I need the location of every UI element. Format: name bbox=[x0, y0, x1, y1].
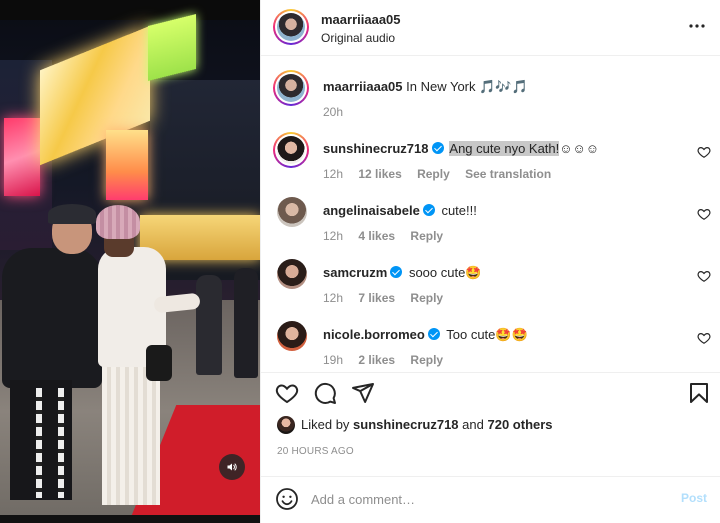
comment-time: 12h bbox=[323, 167, 344, 181]
comment-like-heart-icon[interactable] bbox=[697, 145, 711, 159]
more-options-button[interactable] bbox=[685, 16, 709, 36]
comment-like-heart-icon[interactable] bbox=[697, 331, 711, 345]
comment-like-heart-icon[interactable] bbox=[697, 269, 711, 283]
comment-text: sooo cute🤩 bbox=[408, 265, 482, 280]
post-comment-button[interactable]: Post bbox=[681, 491, 707, 505]
comment-likes[interactable]: 7 likes bbox=[358, 291, 395, 305]
comment-time: 19h bbox=[323, 353, 344, 367]
liked-by-others[interactable]: 720 others bbox=[488, 417, 553, 432]
post-details-panel: maarriiaaa05 Original audio maarriiaaa05… bbox=[260, 0, 720, 523]
author-username[interactable]: maarriiaaa05 bbox=[321, 12, 401, 27]
bookmark-icon[interactable] bbox=[687, 381, 711, 405]
sound-toggle-button[interactable] bbox=[219, 454, 245, 480]
comment-likes[interactable]: 4 likes bbox=[358, 229, 395, 243]
pants-stripe bbox=[58, 388, 64, 498]
commenter-avatar[interactable] bbox=[277, 259, 307, 289]
comment-likes[interactable]: 12 likes bbox=[358, 167, 401, 181]
reply-button[interactable]: Reply bbox=[410, 291, 443, 305]
comment-input[interactable] bbox=[311, 487, 671, 511]
comment-time: 12h bbox=[323, 291, 344, 305]
speaker-icon bbox=[227, 463, 237, 471]
author-avatar[interactable] bbox=[273, 70, 309, 106]
media-top-edge bbox=[0, 0, 260, 20]
comment-meta: 19h 2 likes Reply bbox=[323, 353, 455, 367]
caption-line: maarriiaaa05 In New York 🎵🎶🎵 bbox=[323, 79, 528, 95]
comment-username[interactable]: sunshinecruz718 bbox=[323, 141, 429, 156]
neon-sign bbox=[4, 118, 40, 196]
liked-by-user[interactable]: sunshinecruz718 bbox=[353, 417, 459, 432]
verified-badge-icon bbox=[431, 142, 444, 154]
bystander-figure bbox=[196, 275, 222, 375]
media-bottom-edge bbox=[0, 515, 260, 523]
verified-badge-icon bbox=[427, 328, 440, 340]
billboard bbox=[106, 130, 148, 200]
caption-meta: 20h bbox=[323, 105, 355, 119]
liked-by-prefix: Liked by bbox=[301, 417, 350, 432]
woman-beanie bbox=[96, 205, 140, 239]
comment-bubble-icon[interactable] bbox=[313, 381, 337, 405]
billboard bbox=[148, 14, 196, 81]
reply-button[interactable]: Reply bbox=[410, 353, 443, 367]
post-timestamp: 20 HOURS AGO bbox=[277, 446, 354, 457]
man-cap bbox=[48, 204, 96, 224]
pants-stripe bbox=[36, 388, 42, 498]
comment-line: samcruzm sooo cute🤩 bbox=[323, 265, 482, 281]
comment-likes[interactable]: 2 likes bbox=[358, 353, 395, 367]
comment-text-highlighted: Ang cute nyo Kath! bbox=[449, 141, 560, 156]
comment-meta: 12h 7 likes Reply bbox=[323, 291, 455, 305]
author-avatar[interactable] bbox=[273, 9, 309, 45]
commenter-avatar[interactable] bbox=[273, 132, 309, 168]
heart-icon[interactable] bbox=[275, 381, 299, 405]
commenter-avatar[interactable] bbox=[277, 197, 307, 227]
add-comment-bar: Post bbox=[261, 476, 720, 523]
paper-plane-icon[interactable] bbox=[351, 381, 375, 405]
audio-label[interactable]: Original audio bbox=[321, 31, 395, 45]
liker-avatar bbox=[277, 416, 295, 434]
liked-by-middle: and bbox=[462, 417, 484, 432]
comment-text: Too cute🤩🤩 bbox=[446, 327, 528, 342]
comment-text: cute!!! bbox=[441, 203, 477, 218]
smiley-icon[interactable] bbox=[275, 487, 299, 511]
comment-meta: 12h 4 likes Reply bbox=[323, 229, 455, 243]
liked-by-summary[interactable]: Liked by sunshinecruz718 and 720 others bbox=[277, 416, 553, 438]
handbag bbox=[146, 345, 172, 381]
comment-username[interactable]: nicole.borromeo bbox=[323, 327, 425, 342]
post-actions-bar bbox=[261, 372, 720, 408]
comment-line: sunshinecruz718 Ang cute nyo Kath!☺☺☺ bbox=[323, 141, 599, 156]
more-horizontal-icon bbox=[689, 24, 705, 28]
comment-line: angelinaisabele cute!!! bbox=[323, 203, 477, 218]
comment-like-heart-icon[interactable] bbox=[697, 207, 711, 221]
bystander-figure bbox=[234, 268, 258, 378]
person-man bbox=[2, 204, 102, 500]
verified-badge-icon bbox=[390, 266, 403, 278]
comment-time: 12h bbox=[323, 229, 344, 243]
post-media-video[interactable] bbox=[0, 0, 260, 523]
see-translation-link[interactable]: See translation bbox=[465, 167, 551, 181]
caption-text: In New York 🎵🎶🎵 bbox=[406, 79, 528, 94]
comment-username[interactable]: angelinaisabele bbox=[323, 203, 420, 218]
caption-time: 20h bbox=[323, 105, 344, 119]
comment-text: ☺☺☺ bbox=[559, 141, 600, 156]
comment-line: nicole.borromeo Too cute🤩🤩 bbox=[323, 327, 528, 343]
caption-username[interactable]: maarriiaaa05 bbox=[323, 79, 403, 94]
verified-badge-icon bbox=[422, 204, 435, 216]
commenter-avatar[interactable] bbox=[277, 321, 307, 351]
reply-button[interactable]: Reply bbox=[410, 229, 443, 243]
comment-username[interactable]: samcruzm bbox=[323, 265, 387, 280]
comment-meta: 12h 12 likes Reply See translation bbox=[323, 167, 563, 181]
reply-button[interactable]: Reply bbox=[417, 167, 450, 181]
man-coat bbox=[2, 248, 102, 388]
post-header: maarriiaaa05 Original audio bbox=[261, 0, 720, 56]
